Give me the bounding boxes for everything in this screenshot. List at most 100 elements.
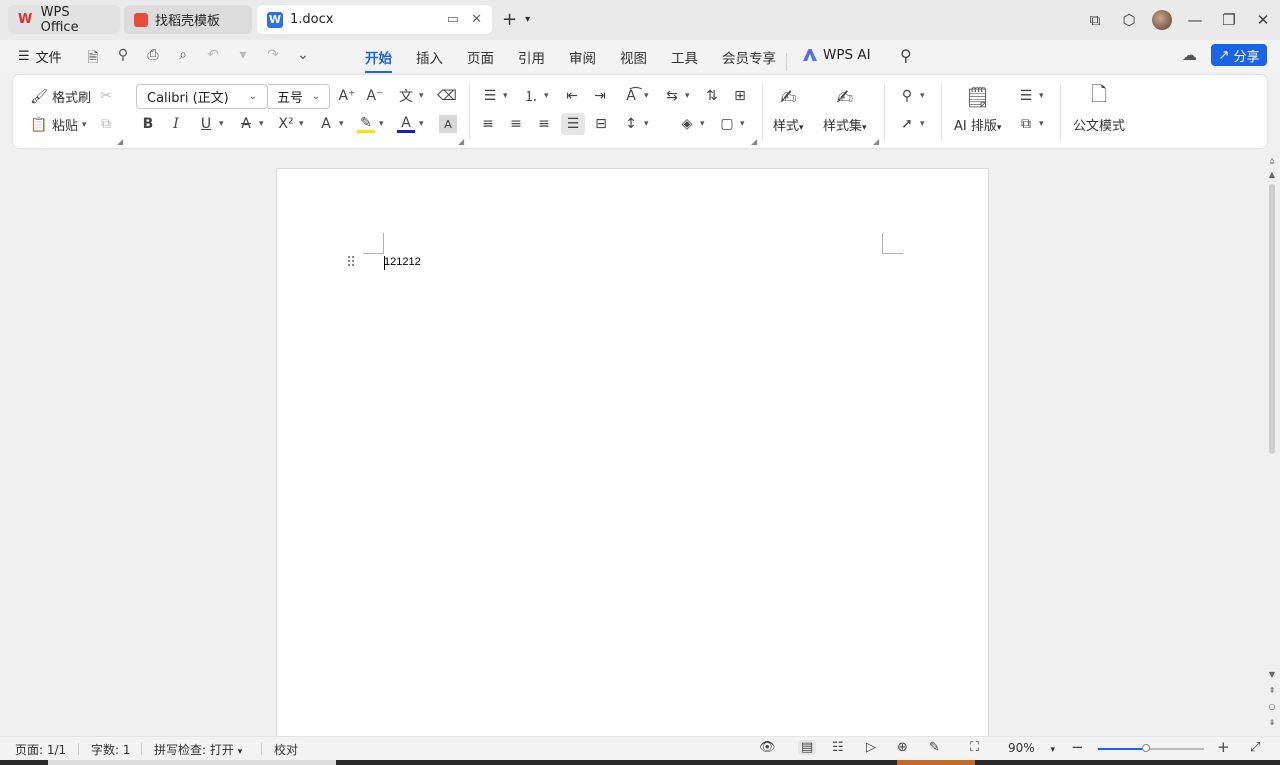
cut-button[interactable]: ✂	[97, 87, 115, 105]
avatar[interactable]	[1152, 10, 1172, 30]
text-effect-button[interactable]: A ▾	[317, 115, 343, 133]
tab-home[interactable]: 开始	[365, 47, 392, 73]
paragraph-launcher-icon[interactable]: ◢	[751, 137, 757, 146]
borders-button[interactable]: ▢ ▾	[718, 115, 744, 133]
shading-button[interactable]: ◈ ▾	[678, 115, 705, 133]
style-sets-button[interactable]: ✍ 样式集▾	[823, 85, 867, 134]
tab-view[interactable]: 视图	[620, 47, 647, 67]
bullets-button[interactable]: ☰ ▾	[481, 87, 508, 105]
underline-button[interactable]: U ▾	[197, 115, 224, 133]
shapes-button[interactable]: ⧉ ▾	[1017, 115, 1044, 133]
tab-wps-office[interactable]: W WPS Office	[8, 5, 120, 35]
text-layout-button[interactable]: ☰ ▾	[1017, 87, 1044, 105]
print-icon[interactable]: ⎙	[144, 47, 162, 71]
chevron-down-icon[interactable]: ▾	[525, 14, 530, 25]
zoom-slider-knob[interactable]	[1141, 744, 1150, 752]
find-button[interactable]: ⚲ ▾	[898, 87, 925, 105]
styles-launcher-icon[interactable]: ◢	[873, 137, 879, 146]
select-browse-object-icon[interactable]: ○	[1266, 702, 1278, 711]
monitor-icon[interactable]: ▭	[447, 12, 459, 27]
tab-member[interactable]: 会员专享	[722, 47, 776, 67]
text-direction-button[interactable]: ⇆ ▾	[663, 87, 689, 105]
wps-ai-button[interactable]: WPS AI	[803, 47, 871, 63]
tab-document[interactable]: W 1.docx ▭ ✕	[257, 5, 492, 34]
font-size-select[interactable]: 五号 ⌄	[268, 84, 330, 109]
ai-layout-button[interactable]: 🗒 AI 排版▾	[954, 85, 1001, 134]
scroll-top-icon[interactable]: ⩠	[1266, 156, 1278, 166]
restore-icon[interactable]: ❐	[1212, 11, 1246, 29]
redo-icon[interactable]: ↷	[264, 47, 282, 71]
zoom-select[interactable]: 90% ▾	[1008, 741, 1055, 755]
web-view-icon[interactable]: ⊕	[897, 740, 908, 755]
phonetic-guide-button[interactable]: 文 ▾	[397, 87, 424, 105]
shrink-font-button[interactable]: A⁻	[366, 87, 384, 105]
line-spacing-button[interactable]: ↕ ▾	[622, 115, 648, 133]
new-tab-plus-icon[interactable]: +	[502, 9, 517, 30]
font-color-button[interactable]: A ▾	[397, 115, 424, 133]
paste-button[interactable]: 📋 粘贴 ▾	[30, 115, 86, 135]
align-center-button[interactable]: ≡	[507, 115, 525, 133]
print-preview-icon[interactable]: ⌕	[174, 47, 192, 71]
sort-button[interactable]: ⇅	[703, 87, 721, 105]
tab-page[interactable]: 页面	[467, 47, 494, 67]
cloud-upload-icon[interactable]: ☁	[1182, 46, 1197, 64]
undo-icon[interactable]: ↶	[204, 47, 222, 71]
scrollbar-thumb[interactable]	[1269, 184, 1275, 454]
close-tab-icon[interactable]: ✕	[471, 12, 482, 27]
font-launcher-icon[interactable]: ◢	[458, 137, 464, 146]
bold-button[interactable]: B	[139, 115, 157, 133]
copy-button[interactable]: ⧉	[97, 115, 115, 133]
next-page-icon[interactable]: ⇟	[1266, 718, 1278, 727]
tab-insert[interactable]: 插入	[416, 47, 443, 67]
scroll-down-icon[interactable]: ▼	[1266, 670, 1278, 679]
cube-icon[interactable]: ⬡	[1112, 11, 1146, 29]
fit-page-icon[interactable]: ⛶	[970, 740, 979, 755]
superscript-button[interactable]: X² ▾	[277, 115, 303, 133]
numbering-button[interactable]: ⒈ ▾	[522, 87, 549, 105]
chinese-layout-button[interactable]: A͡ ▾	[622, 87, 648, 105]
file-menu-button[interactable]: ☰ 文件	[18, 47, 62, 66]
italic-button[interactable]: I	[167, 115, 185, 133]
word-count[interactable]: 字数: 1	[91, 741, 131, 758]
official-mode-button[interactable]: 🗋 公文模式	[1073, 82, 1125, 134]
tab-references[interactable]: 引用	[518, 47, 545, 67]
justify-button[interactable]: ☰	[561, 113, 585, 135]
strikethrough-button[interactable]: A ▾	[237, 115, 263, 133]
eye-icon[interactable]: 👁	[759, 740, 776, 755]
document-page[interactable]: ⠿ 121212	[276, 168, 989, 738]
decrease-indent-button[interactable]: ⇤	[563, 87, 581, 105]
page-indicator[interactable]: 页面: 1/1	[15, 741, 66, 758]
format-painter-button[interactable]: 🖌 格式刷	[30, 87, 91, 107]
more-chevron-icon[interactable]: ⌄	[294, 47, 312, 71]
play-icon[interactable]: ▷	[866, 740, 876, 755]
link-icon[interactable]: ⚲	[114, 47, 132, 71]
document-text[interactable]: 121212	[384, 256, 421, 268]
clipboard-launcher-icon[interactable]: ◢	[117, 137, 123, 146]
align-right-button[interactable]: ≡	[535, 115, 553, 133]
page-view-icon[interactable]: ▤	[798, 740, 817, 755]
drag-handle-icon[interactable]: ⠿	[346, 255, 356, 271]
grow-font-button[interactable]: A⁺	[338, 87, 356, 105]
spell-check-toggle[interactable]: 拼写检查: 打开 ▾	[154, 741, 242, 758]
outline-view-icon[interactable]: ☷	[832, 740, 844, 755]
highlight-button[interactable]: ✎ ▾	[357, 115, 384, 133]
share-button[interactable]: ↗ 分享	[1211, 44, 1267, 66]
pen-icon[interactable]: ✎	[929, 740, 940, 755]
scroll-up-icon[interactable]: ▲	[1266, 170, 1278, 179]
window-layout-icon[interactable]: ⧉	[1078, 11, 1112, 29]
char-shading-button[interactable]: A	[439, 115, 457, 133]
clear-format-button[interactable]: ⌫	[437, 87, 457, 105]
tab-tools[interactable]: 工具	[671, 47, 698, 67]
zoom-out-icon[interactable]: −	[1071, 738, 1084, 756]
zoom-slider[interactable]	[1098, 744, 1204, 752]
undo-dropdown-icon[interactable]: ▾	[234, 47, 252, 71]
search-icon[interactable]: ⚲	[900, 46, 912, 65]
distribute-button[interactable]: ⊟	[592, 115, 610, 133]
save-icon[interactable]: 🗎	[84, 47, 102, 71]
tab-docer-templates[interactable]: 找稻壳模板	[124, 5, 252, 34]
align-left-button[interactable]: ≡	[479, 115, 497, 133]
zoom-in-icon[interactable]: +	[1217, 738, 1230, 756]
increase-indent-button[interactable]: ⇥	[591, 87, 609, 105]
select-button[interactable]: ➚ ▾	[898, 115, 924, 133]
show-marks-button[interactable]: ⊞	[731, 87, 749, 105]
